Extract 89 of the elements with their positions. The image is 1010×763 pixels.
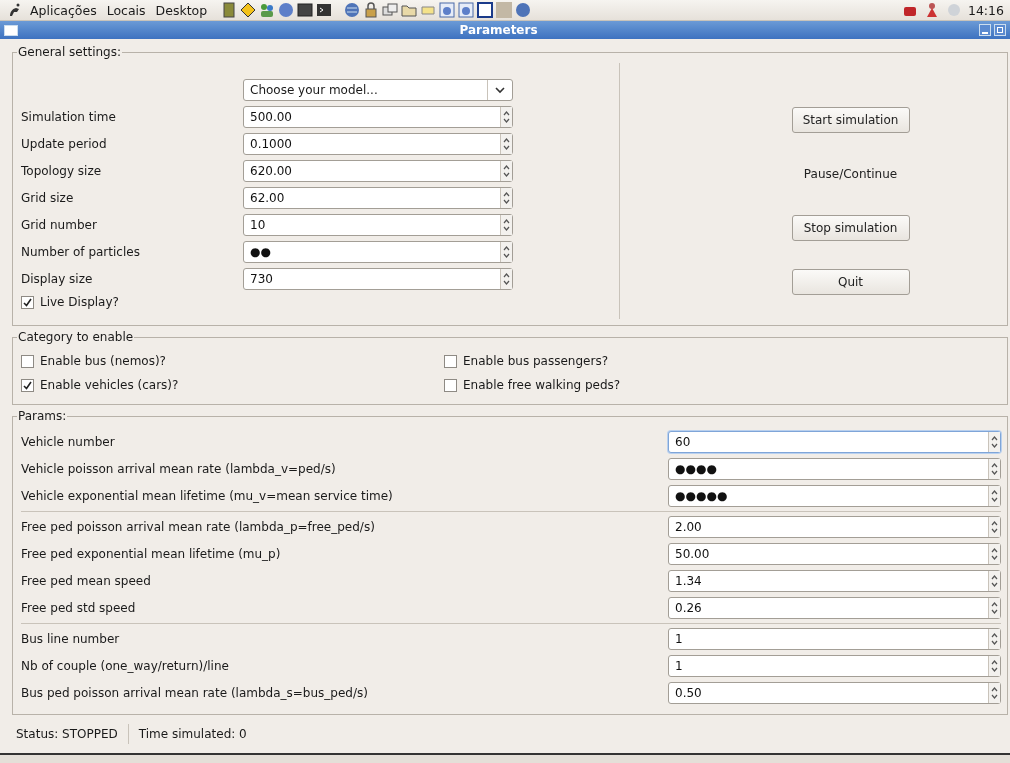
lock-icon[interactable]: [363, 2, 380, 18]
spin-field[interactable]: 730: [243, 268, 513, 290]
checkbox[interactable]: [21, 378, 34, 392]
spin-field[interactable]: 0.50: [668, 682, 1001, 704]
action-button[interactable]: Start simulation: [791, 107, 910, 133]
checkbox-label: Enable bus (nemos)?: [40, 354, 166, 368]
spin-field[interactable]: 1: [668, 655, 1001, 677]
window-title: Parameters: [458, 23, 539, 37]
minimize-icon[interactable]: [979, 24, 991, 36]
spin-field[interactable]: 60: [668, 431, 1001, 453]
field-label: Vehicle number: [21, 435, 116, 449]
action-button[interactable]: Stop simulation: [791, 215, 910, 241]
field-label: Topology size: [21, 164, 103, 178]
spin-field[interactable]: 0.26: [668, 597, 1001, 619]
field-label: Vehicle poisson arrival mean rate (lambda_v=ped/s): [21, 462, 337, 476]
folder-icon[interactable]: [401, 2, 418, 18]
spin-arrows-icon[interactable]: [500, 269, 512, 289]
flat-button[interactable]: Pause/Continue: [791, 161, 910, 187]
field-label: Grid number: [21, 218, 98, 232]
spin-arrows-icon[interactable]: [988, 571, 1000, 591]
spin-field[interactable]: 1.34: [668, 570, 1001, 592]
checkbox-label: Enable free walking peds?: [463, 378, 621, 392]
spin-field[interactable]: ●●●●●: [668, 485, 1001, 507]
spin-arrows-icon[interactable]: [988, 432, 1000, 452]
spin-field[interactable]: 1: [668, 628, 1001, 650]
spin-arrows-icon[interactable]: [988, 544, 1000, 564]
spin-field[interactable]: 500.00: [243, 106, 513, 128]
field-label: Free ped std speed: [21, 601, 137, 615]
field-label: Bus line number: [21, 632, 121, 646]
panel-menu[interactable]: Aplicações: [28, 2, 99, 18]
spin-field[interactable]: 2.00: [668, 516, 1001, 538]
maximize-icon[interactable]: [994, 24, 1006, 36]
window-menu-icon[interactable]: [4, 24, 18, 36]
checkbox[interactable]: [21, 295, 34, 309]
group-title: Params:: [17, 409, 68, 423]
panel-menu[interactable]: Desktop: [153, 2, 210, 18]
people-icon[interactable]: [259, 2, 276, 18]
model-dropdown[interactable]: Choose your model...: [243, 79, 513, 101]
field-label: Number of particles: [21, 245, 141, 259]
field-label: Free ped poisson arrival mean rate (lambda_p=free_ped/s): [21, 520, 376, 534]
spin-arrows-icon[interactable]: [988, 629, 1000, 649]
spin-field[interactable]: ●●: [243, 241, 513, 263]
field-label: Vehicle exponential mean lifetime (mu_v=mean service time): [21, 489, 394, 503]
status-text: Status: STOPPED: [12, 724, 129, 744]
spin-arrows-icon[interactable]: [988, 656, 1000, 676]
action-button[interactable]: Quit: [791, 269, 910, 295]
spin-arrows-icon[interactable]: [500, 161, 512, 181]
diamond-icon[interactable]: [240, 2, 257, 18]
terminal-icon[interactable]: [316, 2, 333, 18]
spin-arrows-icon[interactable]: [988, 459, 1000, 479]
spin-arrows-icon[interactable]: [500, 242, 512, 262]
spin-arrows-icon[interactable]: [500, 134, 512, 154]
notepad-icon[interactable]: [221, 2, 238, 18]
field-label: Display size: [21, 272, 94, 286]
checkbox[interactable]: [444, 354, 457, 368]
spin-field[interactable]: 62.00: [243, 187, 513, 209]
windows-icon[interactable]: [382, 2, 399, 18]
window-icon[interactable]: [477, 2, 494, 18]
checkbox[interactable]: [21, 354, 34, 368]
spin-arrows-icon[interactable]: [500, 107, 512, 127]
status-text: Time simulated: 0: [137, 726, 248, 743]
spin-field[interactable]: ●●●●: [668, 458, 1001, 480]
group-title: General settings:: [17, 45, 122, 59]
spin-arrows-icon[interactable]: [988, 598, 1000, 618]
spin-arrows-icon[interactable]: [988, 683, 1000, 703]
spin-field[interactable]: 620.00: [243, 160, 513, 182]
checkbox-label: Enable bus passengers?: [463, 354, 608, 368]
field-label: Grid size: [21, 191, 75, 205]
panel-menu[interactable]: Locais: [104, 2, 148, 18]
field-label: Free ped exponential mean lifetime (mu_p): [21, 547, 282, 561]
checkbox-label: Live Display?: [40, 295, 119, 309]
spin-arrows-icon[interactable]: [988, 486, 1000, 506]
field-label: Bus ped poisson arrival mean rate (lambda_s=bus_ped/s): [21, 686, 369, 700]
chevron-down-icon: [495, 86, 505, 94]
spin-field[interactable]: 50.00: [668, 543, 1001, 565]
spin-field[interactable]: 10: [243, 214, 513, 236]
checkbox[interactable]: [444, 378, 457, 392]
spin-arrows-icon[interactable]: [500, 188, 512, 208]
spin-arrows-icon[interactable]: [988, 517, 1000, 537]
field-label: Nb of couple (one_way/return)/line: [21, 659, 230, 673]
clock[interactable]: 14:16: [967, 2, 1004, 18]
monitor-icon[interactable]: [297, 2, 314, 18]
field-label: Update period: [21, 137, 108, 151]
spin-field[interactable]: 0.1000: [243, 133, 513, 155]
field-label: Simulation time: [21, 110, 117, 124]
checkbox-label: Enable vehicles (cars)?: [40, 378, 179, 392]
group-title: Category to enable: [17, 330, 135, 344]
field-label: Free ped mean speed: [21, 574, 152, 588]
spin-arrows-icon[interactable]: [500, 215, 512, 235]
